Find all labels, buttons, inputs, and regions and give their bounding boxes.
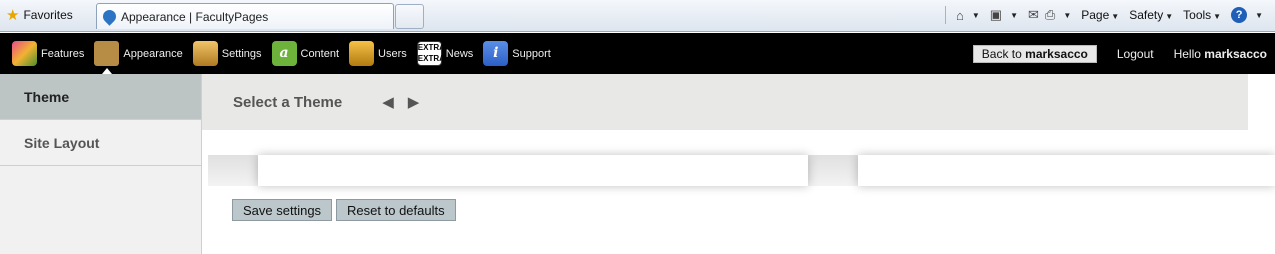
hello-user: marksacco bbox=[1204, 46, 1267, 61]
nav-label: Support bbox=[512, 47, 551, 60]
arrow-right-icon[interactable]: ▶ bbox=[408, 95, 420, 110]
chevron-down-icon: ▼ bbox=[1165, 12, 1174, 21]
newspaper-icon: EXTRA EXTRA bbox=[416, 41, 445, 66]
favorites-label: Favorites bbox=[23, 8, 73, 22]
tab-title: Appearance | FacultyPages bbox=[121, 9, 269, 24]
tools-menu[interactable]: Tools ▼ bbox=[1183, 8, 1225, 22]
user-greeting: Hello marksacco bbox=[1174, 47, 1267, 61]
page-menu-label: Page bbox=[1081, 8, 1110, 22]
logout-link[interactable]: Logout bbox=[1117, 47, 1154, 61]
browser-tab[interactable]: Appearance | FacultyPages bbox=[96, 3, 394, 29]
nav-news[interactable]: EXTRA EXTRA News bbox=[416, 33, 474, 74]
admin-nav: Features Appearance Settings a Content U… bbox=[0, 33, 551, 74]
hello-prefix: Hello bbox=[1173, 46, 1201, 61]
theme-preview[interactable] bbox=[858, 155, 1275, 186]
nav-label: Users bbox=[378, 47, 407, 60]
browser-toolbar: ★ Favorites Appearance | FacultyPages ⌂ ▼… bbox=[0, 0, 1275, 32]
nav-support[interactable]: i Support bbox=[483, 33, 551, 74]
nav-content[interactable]: a Content bbox=[271, 33, 340, 74]
sidebar-item-label: Site Layout bbox=[24, 134, 100, 151]
feeds-icon[interactable]: ▣ bbox=[990, 7, 1002, 23]
theme-pager: ◀ ▶ bbox=[382, 95, 419, 110]
user-links: Back to marksacco Logout Hello marksacco bbox=[972, 44, 1275, 63]
back-user: marksacco bbox=[1025, 46, 1088, 61]
puzzle-icon bbox=[12, 41, 37, 66]
back-prefix: Back to bbox=[981, 46, 1022, 61]
nav-label: Content bbox=[300, 47, 340, 60]
safety-menu-label: Safety bbox=[1129, 8, 1164, 22]
users-icon bbox=[349, 41, 375, 66]
back-to-site-button[interactable]: Back to marksacco bbox=[972, 44, 1097, 63]
nav-label: Settings bbox=[221, 47, 262, 60]
chevron-down-icon[interactable]: ▼ bbox=[1010, 11, 1018, 20]
switch-icon bbox=[192, 41, 218, 66]
theme-selector-header: Select a Theme ◀ ▶ bbox=[202, 74, 1248, 130]
chevron-down-icon: ▼ bbox=[1213, 12, 1222, 21]
sidebar-item-label: Theme bbox=[24, 88, 70, 105]
home-icon[interactable]: ⌂ bbox=[956, 8, 964, 23]
star-icon: ★ bbox=[6, 6, 20, 24]
letter-a-icon: a bbox=[271, 41, 297, 66]
arrow-left-icon[interactable]: ◀ bbox=[382, 95, 394, 110]
chevron-down-icon[interactable]: ▼ bbox=[972, 11, 980, 20]
nav-features[interactable]: Features bbox=[12, 33, 84, 74]
chevron-down-icon[interactable]: ▼ bbox=[1063, 11, 1071, 20]
nav-appearance[interactable]: Appearance bbox=[94, 33, 183, 74]
chevron-down-icon: ▼ bbox=[1111, 12, 1120, 21]
form-actions: Save settings Reset to defaults bbox=[232, 199, 456, 221]
reset-defaults-button[interactable]: Reset to defaults bbox=[336, 199, 456, 221]
info-icon: i bbox=[483, 41, 509, 66]
tools-menu-label: Tools bbox=[1183, 8, 1212, 22]
chevron-down-icon[interactable]: ▼ bbox=[1255, 11, 1263, 20]
drupal-icon bbox=[100, 7, 119, 26]
command-bar: ⌂ ▼ ▣ ▼ ✉ ⎙ ▼ Page ▼ Safety ▼ Tools ▼ ? ▼ bbox=[941, 5, 1267, 25]
nav-users[interactable]: Users bbox=[349, 33, 407, 74]
divider bbox=[945, 6, 946, 24]
admin-toolbar: Features Appearance Settings a Content U… bbox=[0, 33, 1275, 74]
print-icon[interactable]: ⎙ bbox=[1045, 7, 1055, 23]
nav-label: News bbox=[445, 47, 474, 60]
new-tab-button[interactable] bbox=[395, 4, 424, 29]
page-menu[interactable]: Page ▼ bbox=[1081, 8, 1123, 22]
mail-icon[interactable]: ✉ bbox=[1028, 7, 1039, 23]
nav-label: Features bbox=[41, 47, 85, 60]
theme-preview[interactable] bbox=[258, 155, 808, 186]
sidebar-item-theme[interactable]: Theme bbox=[0, 74, 201, 120]
mona-lisa-icon bbox=[94, 41, 120, 66]
sidebar-item-site-layout[interactable]: Site Layout bbox=[0, 120, 201, 166]
save-settings-button[interactable]: Save settings bbox=[232, 199, 333, 221]
help-icon[interactable]: ? bbox=[1231, 7, 1248, 23]
sidebar: Theme Site Layout bbox=[0, 74, 202, 254]
page-title: Select a Theme bbox=[233, 93, 343, 111]
favorites-button[interactable]: ★ Favorites bbox=[6, 5, 73, 25]
nav-label: Appearance bbox=[123, 47, 183, 60]
safety-menu[interactable]: Safety ▼ bbox=[1129, 8, 1177, 22]
nav-settings[interactable]: Settings bbox=[192, 33, 262, 74]
